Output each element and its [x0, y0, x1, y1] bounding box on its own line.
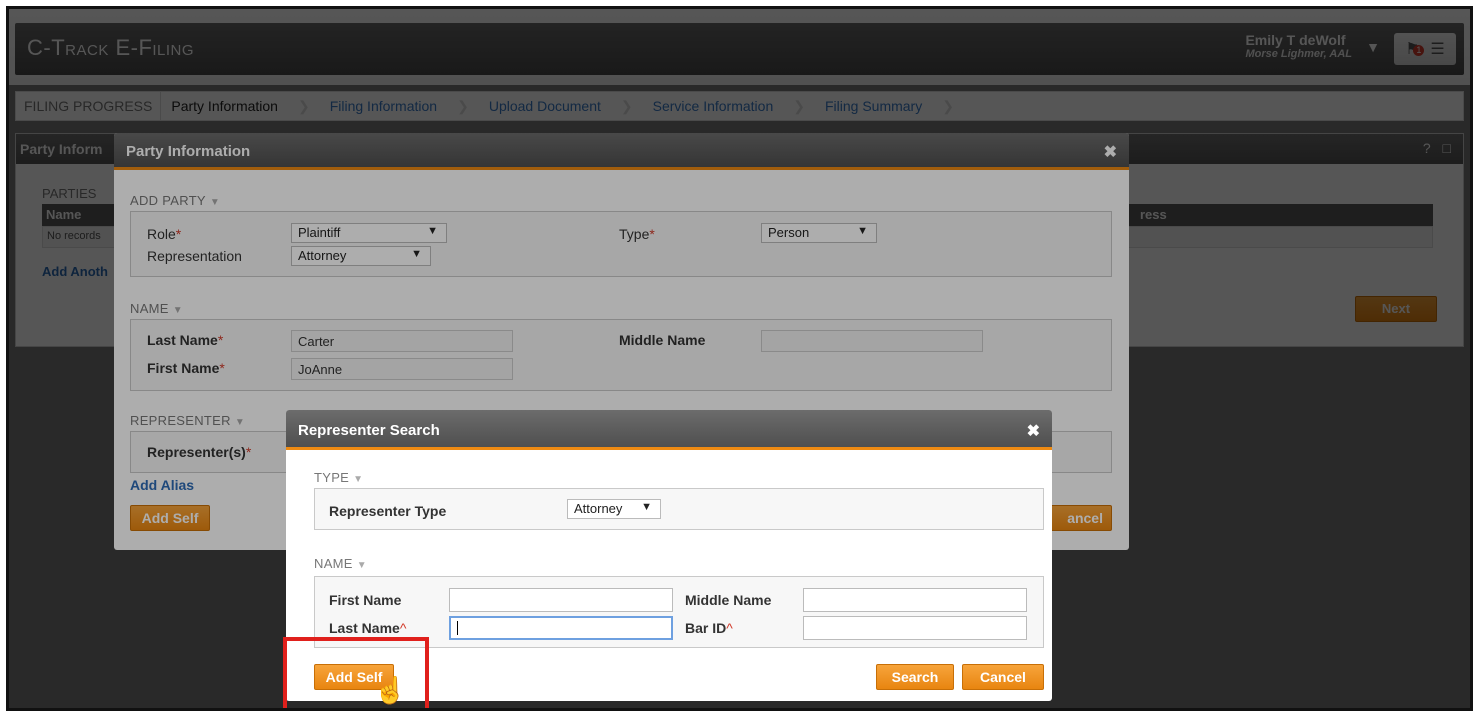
type-fieldset: Representer Type Attorney ▼ — [314, 488, 1044, 530]
rep-name-section-text: NAME — [314, 556, 353, 571]
bar-id-label: Bar ID^ — [685, 620, 733, 636]
close-icon[interactable]: ✖ — [1027, 421, 1040, 441]
select-arrow-icon: ▼ — [641, 501, 652, 513]
required-marker: ^ — [399, 620, 407, 636]
cancel-button[interactable]: Cancel — [962, 664, 1044, 690]
required-marker: ^ — [726, 620, 733, 636]
search-button[interactable]: Search — [876, 664, 954, 690]
text-cursor — [457, 621, 458, 635]
rep-name-section-label[interactable]: NAME ▼ — [314, 556, 367, 571]
rep-modal-header: Representer Search ✖ — [286, 410, 1052, 450]
rep-middle-name-field[interactable] — [803, 588, 1027, 612]
type-section-text: TYPE — [314, 470, 350, 485]
chevron-down-icon: ▼ — [356, 560, 367, 571]
rep-last-name-label-text: Last Name — [329, 620, 400, 636]
app-window: C-Track E-Filing Emily T deWolf Morse Li… — [6, 6, 1473, 711]
representer-type-label: Representer Type — [329, 503, 447, 519]
rep-first-name-field[interactable] — [449, 588, 673, 612]
rep-last-name-field[interactable] — [449, 616, 673, 640]
hand-pointer-icon: ☝ — [374, 675, 407, 705]
representer-type-value: Attorney — [574, 501, 623, 516]
rep-first-name-label: First Name — [329, 592, 402, 608]
bar-id-label-text: Bar ID — [685, 620, 727, 636]
highlight-box — [283, 637, 429, 708]
rep-middle-name-label: Middle Name — [685, 592, 772, 608]
representer-type-select[interactable]: Attorney ▼ — [567, 499, 661, 519]
bar-id-field[interactable] — [803, 616, 1027, 640]
rep-last-name-label: Last Name^ — [329, 620, 406, 636]
rep-modal-title: Representer Search — [298, 422, 440, 439]
chevron-down-icon: ▼ — [353, 474, 364, 485]
type-section-label[interactable]: TYPE ▼ — [314, 470, 363, 485]
